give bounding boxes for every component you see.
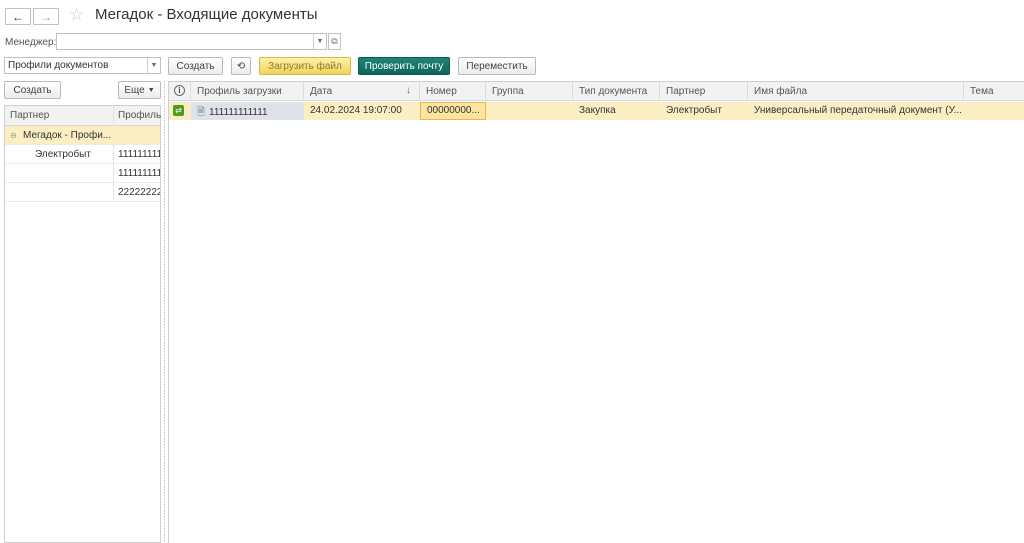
column-date[interactable]: Дата ↓ (304, 82, 420, 101)
create-button[interactable]: Создать (168, 57, 223, 75)
tree-row[interactable]: 111111111 (5, 164, 160, 183)
cell-file-name[interactable]: Универсальный передаточный документ (У..… (748, 102, 964, 120)
left-create-button[interactable]: Создать (4, 81, 61, 99)
table-header: i Профиль загрузки Дата ↓ Номер Группа Т… (169, 82, 1024, 101)
chevron-down-icon[interactable]: ▼ (313, 34, 326, 49)
chevron-down-icon[interactable]: ▼ (147, 58, 160, 73)
column-group[interactable]: Группа (486, 82, 573, 101)
cell-partner[interactable]: Электробыт (660, 102, 748, 120)
manager-input[interactable]: ▼ (56, 33, 327, 50)
table-row[interactable]: ⇄ 🗎 111111111111 24.02.2024 19:07:00 0000… (169, 102, 1024, 120)
favorite-star-icon[interactable]: ☆ (69, 5, 84, 25)
column-file-name[interactable]: Имя файла (748, 82, 964, 101)
document-icon: 🗎 (197, 107, 206, 118)
column-subject[interactable]: Тема (964, 82, 1024, 101)
forward-button[interactable]: → (33, 8, 59, 25)
cell-load-profile[interactable]: 🗎 111111111111 (191, 102, 304, 120)
manager-label: Менеджер: (5, 37, 57, 48)
column-status[interactable]: i (169, 82, 191, 101)
cell-date[interactable]: 24.02.2024 19:07:00 (304, 102, 420, 120)
panel-splitter[interactable] (162, 81, 167, 543)
move-button[interactable]: Переместить (458, 57, 536, 75)
documents-table: i Профиль загрузки Дата ↓ Номер Группа Т… (168, 81, 1024, 543)
load-file-button[interactable]: Загрузить файл (259, 57, 351, 75)
tree-row[interactable]: ⊖ Мегадок - Профи... (5, 126, 160, 145)
chevron-down-icon: ▼ (147, 86, 155, 94)
more-button[interactable]: Еще ▼ (118, 81, 161, 99)
partners-tree: Партнер Профиль ⊖ Мегадок - Профи... Эле… (4, 105, 161, 543)
open-icon[interactable]: ⧉ (328, 33, 341, 50)
refresh-button[interactable]: ⟲ (231, 57, 251, 75)
partners-header: Партнер Профиль (5, 106, 161, 126)
cell-doc-type[interactable]: Закупка (573, 102, 660, 120)
back-button[interactable]: ← (5, 8, 31, 25)
column-partner[interactable]: Партнер (10, 110, 49, 121)
check-mail-button[interactable]: Проверить почту (358, 57, 450, 75)
arrow-right-icon: → (40, 9, 52, 24)
collapse-icon[interactable]: ⊖ (10, 131, 17, 140)
sort-desc-icon: ↓ (406, 85, 411, 96)
tree-row[interactable]: 22222222 (5, 183, 160, 202)
column-doc-type[interactable]: Тип документа (573, 82, 660, 101)
info-icon: i (174, 85, 185, 96)
loaded-status-icon: ⇄ (173, 105, 184, 116)
page-title: Мегадок - Входящие документы (95, 6, 318, 23)
arrow-left-icon: ← (12, 9, 24, 24)
column-partner[interactable]: Партнер (660, 82, 748, 101)
cell-number[interactable]: 00000000... (420, 102, 486, 120)
column-number[interactable]: Номер (420, 82, 486, 101)
refresh-icon: ⟲ (236, 60, 246, 72)
column-profile[interactable]: Профиль (118, 110, 161, 121)
cell-group[interactable] (486, 102, 573, 120)
cell-subject[interactable] (964, 102, 1024, 120)
tree-row[interactable]: Электробыт 111111111 (5, 145, 160, 164)
profile-select[interactable]: Профили документов ▼ (4, 57, 161, 74)
column-load-profile[interactable]: Профиль загрузки (191, 82, 304, 101)
